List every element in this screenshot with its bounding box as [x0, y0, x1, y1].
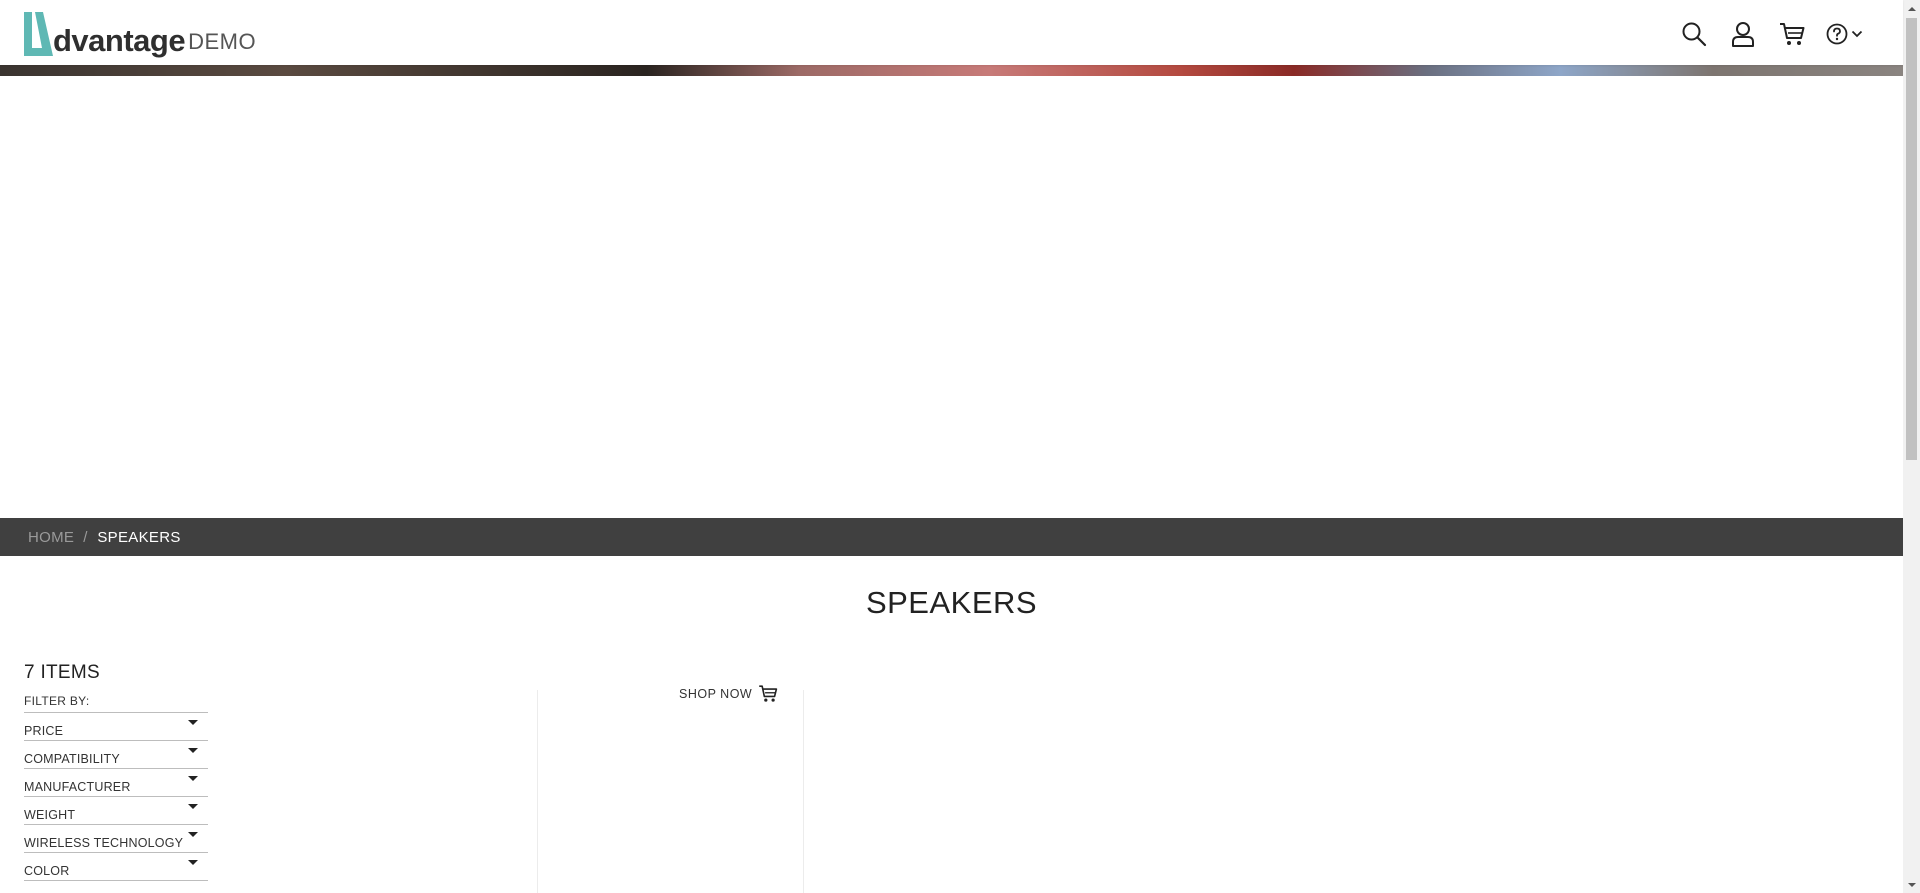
filter-sidebar: 7 ITEMS FILTER BY: PRICE COMPATIBILITY M… [24, 662, 208, 881]
site-logo[interactable]: dvantage DEMO [22, 8, 256, 58]
shop-now-button[interactable]: SHOP NOW [679, 684, 778, 703]
filter-weight[interactable]: WEIGHT [24, 797, 208, 825]
cart-icon [1780, 23, 1805, 45]
help-icon [1826, 23, 1848, 45]
caret-down-icon [188, 776, 198, 781]
filter-label: PRICE [24, 724, 64, 738]
caret-down-icon [188, 748, 198, 753]
breadcrumb-separator: / [83, 528, 88, 546]
breadcrumb-current: SPEAKERS [97, 528, 181, 546]
filter-label: WIRELESS TECHNOLOGY [24, 836, 184, 850]
logo-mark-icon [24, 12, 53, 56]
filter-price[interactable]: PRICE [24, 713, 208, 741]
product-card-border-right [803, 690, 804, 893]
user-menu-button[interactable] [1727, 18, 1759, 50]
filter-wireless-technology[interactable]: WIRELESS TECHNOLOGY [24, 825, 208, 853]
caret-down-icon [188, 720, 198, 725]
filter-label: WEIGHT [24, 808, 76, 822]
search-icon [1682, 22, 1707, 47]
top-navbar: dvantage DEMO [0, 0, 1903, 65]
scroll-up-arrow-icon[interactable] [1903, 0, 1920, 17]
breadcrumb-home-link[interactable]: HOME [28, 529, 74, 546]
help-menu-button[interactable] [1826, 23, 1863, 45]
caret-down-icon [188, 832, 198, 837]
caret-down-icon [188, 860, 198, 865]
filter-compatibility[interactable]: COMPATIBILITY [24, 741, 208, 769]
logo-wordmark: dvantage [53, 23, 186, 58]
scroll-down-arrow-icon[interactable] [1903, 876, 1920, 893]
header-actions [1661, 18, 1863, 50]
search-button[interactable] [1678, 18, 1710, 50]
filter-label: MANUFACTURER [24, 780, 131, 794]
user-icon [1732, 22, 1754, 47]
cart-icon [759, 685, 778, 702]
cart-button[interactable] [1776, 18, 1808, 50]
page-scrollbar[interactable] [1903, 0, 1920, 893]
chevron-down-icon [1851, 30, 1863, 38]
filter-label: COMPATIBILITY [24, 752, 120, 766]
hero-image-strip [0, 65, 1903, 76]
breadcrumb: HOME / SPEAKERS [0, 518, 1903, 556]
filter-color[interactable]: COLOR [24, 853, 208, 881]
hero-banner [0, 76, 1903, 518]
caret-down-icon [188, 804, 198, 809]
logo-demo-label: DEMO [188, 29, 257, 54]
filter-manufacturer[interactable]: MANUFACTURER [24, 769, 208, 797]
filter-label: COLOR [24, 864, 70, 878]
shop-now-label: SHOP NOW [679, 686, 753, 701]
scrollbar-thumb[interactable] [1906, 18, 1917, 460]
product-card-border-left [537, 690, 538, 893]
page-title: SPEAKERS [865, 585, 1038, 620]
items-count: 7 ITEMS [24, 662, 101, 683]
filter-by-label: FILTER BY: [24, 694, 208, 713]
